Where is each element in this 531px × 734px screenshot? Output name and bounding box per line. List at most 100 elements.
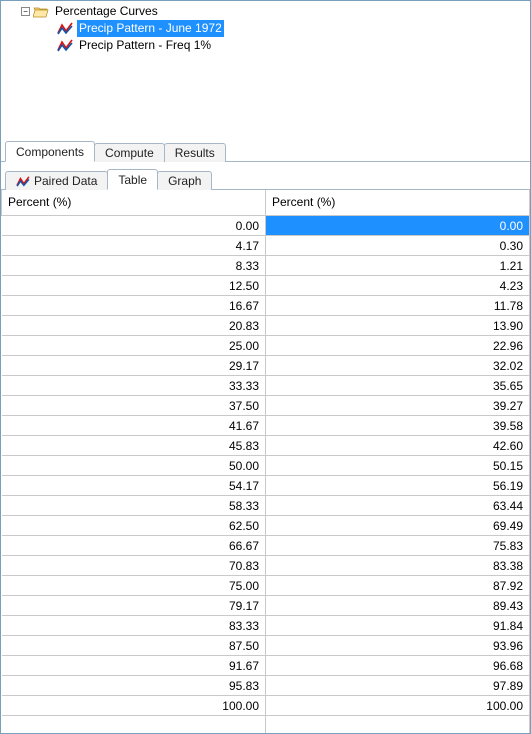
cell-percent-a[interactable]: 12.50 [2, 276, 266, 296]
cell-percent-a[interactable]: 0.00 [2, 216, 266, 236]
cell-percent-b[interactable]: 22.96 [266, 336, 530, 356]
cell-percent-b[interactable]: 39.58 [266, 416, 530, 436]
tab-label: Results [175, 146, 215, 160]
cell-percent-a[interactable]: 50.00 [2, 456, 266, 476]
table-row[interactable]: 25.0022.96 [2, 336, 530, 356]
cell-percent-b[interactable]: 42.60 [266, 436, 530, 456]
tree-root-row[interactable]: − Percentage Curves [5, 3, 526, 20]
table-row[interactable]: 79.1789.43 [2, 596, 530, 616]
column-header-b[interactable]: Percent (%) [266, 190, 530, 216]
cell-percent-b[interactable]: 100.00 [266, 696, 530, 716]
cell-percent-b[interactable]: 96.68 [266, 656, 530, 676]
cell-percent-a[interactable]: 62.50 [2, 516, 266, 536]
table-row[interactable]: 95.8397.89 [2, 676, 530, 696]
table-row[interactable]: 50.0050.15 [2, 456, 530, 476]
table-row[interactable]: 66.6775.83 [2, 536, 530, 556]
cell-percent-a[interactable]: 29.17 [2, 356, 266, 376]
data-table[interactable]: Percent (%) Percent (%) 0.000.004.170.30… [1, 190, 530, 733]
cell-percent-a[interactable]: 83.33 [2, 616, 266, 636]
table-row[interactable]: 12.504.23 [2, 276, 530, 296]
cell-percent-a[interactable]: 20.83 [2, 316, 266, 336]
table-row-empty[interactable] [2, 716, 530, 733]
cell-empty[interactable] [2, 716, 266, 733]
cell-percent-a[interactable]: 95.83 [2, 676, 266, 696]
cell-percent-a[interactable]: 87.50 [2, 636, 266, 656]
cell-percent-a[interactable]: 25.00 [2, 336, 266, 356]
cell-percent-b[interactable]: 93.96 [266, 636, 530, 656]
tree-item[interactable]: Precip Pattern - Freq 1% [5, 37, 526, 54]
cell-percent-b[interactable]: 32.02 [266, 356, 530, 376]
column-header-a[interactable]: Percent (%) [2, 190, 266, 216]
cell-percent-b[interactable]: 87.92 [266, 576, 530, 596]
cell-percent-a[interactable]: 37.50 [2, 396, 266, 416]
tree-item-label[interactable]: Precip Pattern - June 1972 [77, 20, 224, 37]
cell-percent-b[interactable]: 63.44 [266, 496, 530, 516]
tab-components[interactable]: Components [5, 141, 95, 162]
cell-percent-b[interactable]: 1.21 [266, 256, 530, 276]
table-row[interactable]: 29.1732.02 [2, 356, 530, 376]
table-row[interactable]: 91.6796.68 [2, 656, 530, 676]
cell-percent-b[interactable]: 97.89 [266, 676, 530, 696]
cell-percent-a[interactable]: 45.83 [2, 436, 266, 456]
table-row[interactable]: 0.000.00 [2, 216, 530, 236]
tab-compute[interactable]: Compute [94, 143, 165, 162]
cell-percent-b[interactable]: 56.19 [266, 476, 530, 496]
cell-empty[interactable] [266, 716, 530, 733]
table-row[interactable]: 4.170.30 [2, 236, 530, 256]
table-row[interactable]: 70.8383.38 [2, 556, 530, 576]
cell-percent-a[interactable]: 70.83 [2, 556, 266, 576]
cell-percent-a[interactable]: 66.67 [2, 536, 266, 556]
table-row[interactable]: 75.0087.92 [2, 576, 530, 596]
table-row[interactable]: 33.3335.65 [2, 376, 530, 396]
sub-tabbar: Paired Data Table Graph [1, 168, 530, 190]
cell-percent-a[interactable]: 75.00 [2, 576, 266, 596]
cell-percent-b[interactable]: 89.43 [266, 596, 530, 616]
cell-percent-a[interactable]: 100.00 [2, 696, 266, 716]
cell-percent-a[interactable]: 16.67 [2, 296, 266, 316]
tab-paired-data[interactable]: Paired Data [5, 171, 108, 190]
curve-icon [57, 39, 73, 52]
cell-percent-b[interactable]: 83.38 [266, 556, 530, 576]
cell-percent-a[interactable]: 79.17 [2, 596, 266, 616]
collapse-icon[interactable]: − [21, 7, 30, 16]
cell-percent-b[interactable]: 69.49 [266, 516, 530, 536]
cell-percent-a[interactable]: 54.17 [2, 476, 266, 496]
curve-icon [16, 176, 30, 187]
cell-percent-b[interactable]: 0.00 [266, 216, 530, 236]
table-row[interactable]: 100.00100.00 [2, 696, 530, 716]
table-row[interactable]: 58.3363.44 [2, 496, 530, 516]
tab-graph[interactable]: Graph [157, 171, 212, 190]
cell-percent-b[interactable]: 0.30 [266, 236, 530, 256]
table-row[interactable]: 45.8342.60 [2, 436, 530, 456]
curve-icon [57, 22, 73, 35]
cell-percent-b[interactable]: 75.83 [266, 536, 530, 556]
cell-percent-a[interactable]: 4.17 [2, 236, 266, 256]
cell-percent-b[interactable]: 13.90 [266, 316, 530, 336]
table-row[interactable]: 20.8313.90 [2, 316, 530, 336]
cell-percent-a[interactable]: 91.67 [2, 656, 266, 676]
table-row[interactable]: 62.5069.49 [2, 516, 530, 536]
tree-item-label[interactable]: Precip Pattern - Freq 1% [77, 37, 213, 54]
cell-percent-b[interactable]: 91.84 [266, 616, 530, 636]
cell-percent-b[interactable]: 39.27 [266, 396, 530, 416]
tab-results[interactable]: Results [164, 143, 226, 162]
table-row[interactable]: 54.1756.19 [2, 476, 530, 496]
table-row[interactable]: 83.3391.84 [2, 616, 530, 636]
tab-label: Table [118, 173, 147, 187]
cell-percent-a[interactable]: 8.33 [2, 256, 266, 276]
table-row[interactable]: 16.6711.78 [2, 296, 530, 316]
cell-percent-a[interactable]: 41.67 [2, 416, 266, 436]
cell-percent-b[interactable]: 50.15 [266, 456, 530, 476]
cell-percent-b[interactable]: 35.65 [266, 376, 530, 396]
cell-percent-a[interactable]: 33.33 [2, 376, 266, 396]
table-row[interactable]: 87.5093.96 [2, 636, 530, 656]
tree-item[interactable]: Precip Pattern - June 1972 [5, 20, 526, 37]
cell-percent-b[interactable]: 4.23 [266, 276, 530, 296]
table-row[interactable]: 8.331.21 [2, 256, 530, 276]
table-row[interactable]: 37.5039.27 [2, 396, 530, 416]
cell-percent-b[interactable]: 11.78 [266, 296, 530, 316]
cell-percent-a[interactable]: 58.33 [2, 496, 266, 516]
tree-root-label[interactable]: Percentage Curves [53, 3, 160, 20]
table-row[interactable]: 41.6739.58 [2, 416, 530, 436]
tab-table[interactable]: Table [107, 169, 158, 190]
